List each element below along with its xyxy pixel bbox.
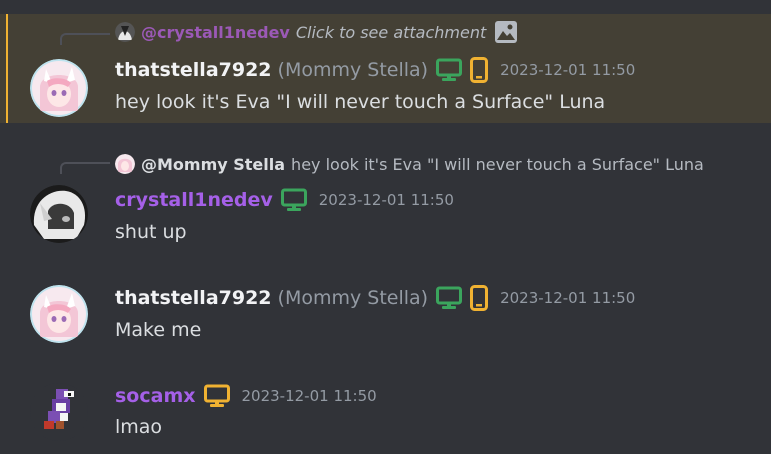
- reply-avatar[interactable]: [115, 22, 135, 42]
- reply-preview[interactable]: @Mommy Stella hey look it's Eva "I will …: [115, 153, 704, 175]
- message-header: socamx 2023-12-01 11:50: [115, 383, 377, 409]
- timestamp[interactable]: 2023-12-01 11:50: [242, 387, 377, 405]
- timestamp[interactable]: 2023-12-01 11:50: [319, 191, 454, 209]
- mobile-icon: [470, 285, 489, 311]
- message-4[interactable]: socamx 2023-12-01 11:50 lmao: [0, 368, 771, 454]
- author-name[interactable]: crystall1nedev: [115, 189, 273, 211]
- timestamp[interactable]: 2023-12-01 11:50: [500, 61, 635, 79]
- author-name[interactable]: thatstella7922: [115, 287, 272, 309]
- message-2[interactable]: @Mommy Stella hey look it's Eva "I will …: [0, 140, 771, 250]
- desktop-icon: [203, 384, 230, 408]
- message-3[interactable]: thatstella7922 (Mommy Stella) 2023-12-01…: [0, 270, 771, 350]
- reply-text[interactable]: Click to see attachment: [296, 23, 486, 42]
- avatar[interactable]: [30, 285, 88, 343]
- chat-window: { "colors": { "background": "#313338", "…: [0, 0, 771, 454]
- message-header: thatstella7922 (Mommy Stella) 2023-12-01…: [115, 285, 635, 311]
- avatar[interactable]: [30, 383, 88, 441]
- author-name[interactable]: socamx: [115, 385, 196, 407]
- author-name[interactable]: thatstella7922: [115, 59, 272, 81]
- reply-preview[interactable]: @crystall1nedev Click to see attachment: [115, 21, 518, 43]
- reply-author[interactable]: @crystall1nedev: [141, 23, 290, 42]
- message-header: crystall1nedev 2023-12-01 11:50: [115, 187, 454, 213]
- reply-avatar[interactable]: [115, 154, 135, 174]
- mobile-icon: [470, 57, 489, 83]
- desktop-icon: [280, 188, 307, 212]
- timestamp[interactable]: 2023-12-01 11:50: [500, 289, 635, 307]
- message-content: shut up: [115, 221, 187, 243]
- reply-spine: [60, 162, 110, 174]
- reply-author[interactable]: @Mommy Stella: [141, 155, 285, 174]
- message-content: lmao: [115, 416, 163, 438]
- avatar[interactable]: [30, 59, 88, 117]
- author-nickname[interactable]: (Mommy Stella): [278, 287, 429, 309]
- message-header: thatstella7922 (Mommy Stella) 2023-12-01…: [115, 57, 635, 83]
- message-content: Make me: [115, 319, 202, 341]
- reply-spine: [60, 33, 110, 45]
- author-nickname[interactable]: (Mommy Stella): [278, 59, 429, 81]
- message-content: hey look it's Eva "I will never touch a …: [115, 91, 606, 113]
- desktop-icon: [436, 286, 463, 310]
- reply-text[interactable]: hey look it's Eva "I will never touch a …: [291, 155, 704, 174]
- message-1[interactable]: @crystall1nedev Click to see attachment …: [0, 14, 771, 123]
- image-icon: [494, 20, 518, 44]
- desktop-icon: [436, 58, 463, 82]
- avatar[interactable]: [30, 185, 88, 243]
